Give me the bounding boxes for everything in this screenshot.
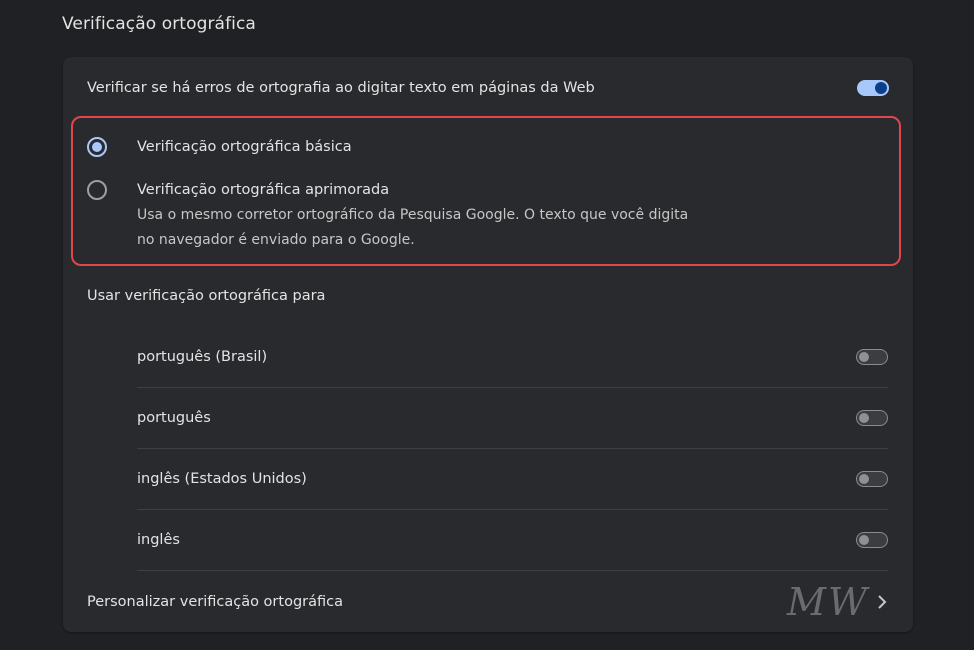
toggle-knob xyxy=(859,413,869,423)
radio-enhanced-description: Usa o mesmo corretor ortográfico da Pesq… xyxy=(137,207,689,248)
language-row[interactable]: português (Brasil) xyxy=(137,327,888,388)
spellcheck-card: Verificar se há erros de ortografia ao d… xyxy=(63,57,913,632)
watermark-mw: MW xyxy=(787,580,869,624)
customize-spellcheck-link[interactable]: Personalizar verificação ortográfica MW xyxy=(87,572,889,632)
toggle-knob xyxy=(859,535,869,545)
spellcheck-main-label: Verificar se há erros de ortografia ao d… xyxy=(87,80,595,96)
language-toggle[interactable] xyxy=(856,349,888,365)
language-label: inglês xyxy=(137,532,180,548)
language-label: português xyxy=(137,410,211,426)
toggle-knob xyxy=(875,82,887,94)
language-label: inglês (Estados Unidos) xyxy=(137,471,307,487)
radio-basic[interactable] xyxy=(87,137,107,157)
radio-enhanced-row[interactable]: Verificação ortográfica aprimorada Usa o… xyxy=(87,180,697,253)
chevron-right-icon xyxy=(875,595,889,609)
radio-basic-label: Verificação ortográfica básica xyxy=(137,139,352,155)
language-toggle[interactable] xyxy=(856,532,888,548)
language-toggle[interactable] xyxy=(856,410,888,426)
language-label: português (Brasil) xyxy=(137,349,268,365)
spellcheck-main-row[interactable]: Verificar se há erros de ortografia ao d… xyxy=(87,77,889,99)
radio-enhanced[interactable] xyxy=(87,180,107,200)
toggle-knob xyxy=(859,474,869,484)
radio-enhanced-label: Verificação ortográfica aprimorada xyxy=(137,182,390,198)
radio-basic-row[interactable]: Verificação ortográfica básica xyxy=(87,137,352,157)
radio-dot xyxy=(92,142,102,152)
language-row[interactable]: inglês xyxy=(137,510,888,571)
section-title: Verificação ortográfica xyxy=(62,14,256,34)
language-row[interactable]: inglês (Estados Unidos) xyxy=(137,449,888,510)
languages-heading: Usar verificação ortográfica para xyxy=(87,288,326,304)
language-row[interactable]: português xyxy=(137,388,888,449)
language-toggle[interactable] xyxy=(856,471,888,487)
spellcheck-main-toggle[interactable] xyxy=(857,80,889,96)
customize-spellcheck-label: Personalizar verificação ortográfica xyxy=(87,594,343,610)
settings-page: Verificação ortográfica Verificar se há … xyxy=(0,0,974,650)
toggle-knob xyxy=(859,352,869,362)
